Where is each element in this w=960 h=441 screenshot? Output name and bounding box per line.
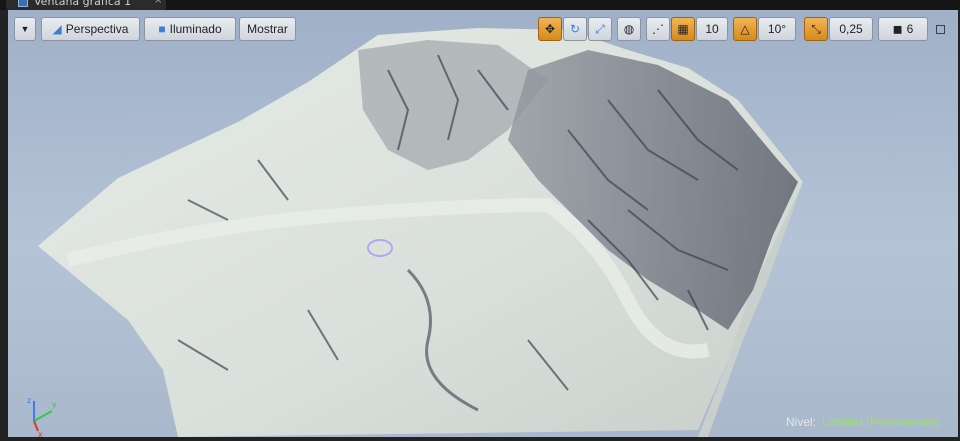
tab-title: Ventana gráfica 1: [34, 0, 132, 8]
rotate-tool-button[interactable]: ↻: [563, 17, 587, 41]
cube-icon: ■: [158, 22, 166, 36]
tab-strip: Ventana gráfica 1 ×: [0, 0, 960, 10]
rotate-icon: ↻: [569, 22, 581, 36]
scale-icon: ⤢: [595, 21, 605, 36]
svg-text:x: x: [38, 430, 43, 437]
viewport-icon: [18, 0, 28, 7]
globe-icon: ◍: [623, 22, 635, 36]
scale-tool-button[interactable]: ⤢: [588, 17, 612, 41]
move-icon: ✥: [544, 22, 556, 36]
level-viewport[interactable]: z y x: [8, 10, 958, 437]
svg-text:y: y: [52, 400, 57, 409]
maximize-viewport-icon[interactable]: [936, 25, 945, 34]
svg-text:z: z: [27, 396, 31, 405]
surface-snap-button[interactable]: ⋰: [646, 17, 670, 41]
frame-bottom: [0, 437, 960, 441]
lit-mode-button[interactable]: ■ Iluminado: [144, 17, 236, 41]
grid-snap-toggle[interactable]: ▦: [671, 17, 695, 41]
frame-left: [0, 10, 8, 441]
level-status: Nivel: Untitled (Permanente): [786, 415, 939, 429]
close-icon[interactable]: ×: [154, 0, 162, 6]
show-button[interactable]: Mostrar: [239, 17, 296, 41]
scale-snap-toggle[interactable]: ⤡: [804, 17, 828, 41]
level-name: Untitled (Permanente): [822, 415, 940, 429]
grid-icon: ▦: [677, 22, 689, 36]
scale-snap-value[interactable]: 0,25: [829, 17, 873, 41]
world-local-button[interactable]: ◍: [617, 17, 641, 41]
camera-icon: ◼: [892, 22, 903, 36]
perspective-icon: ◢: [52, 22, 62, 36]
scale-snap-icon: ⤡: [811, 21, 821, 36]
level-label: Nivel:: [786, 415, 817, 429]
chevron-down-icon: ▼: [20, 24, 30, 34]
rotation-snap-toggle[interactable]: △: [733, 17, 757, 41]
grid-snap-value[interactable]: 10: [696, 17, 728, 41]
viewport-options-button[interactable]: ▼: [14, 17, 36, 41]
rotation-snap-value[interactable]: 10°: [758, 17, 796, 41]
viewport-tab[interactable]: Ventana gráfica 1 ×: [6, 0, 166, 10]
perspective-button[interactable]: ◢ Perspectiva: [41, 17, 140, 41]
camera-speed-button[interactable]: ◼ 6: [878, 17, 928, 41]
axis-gizmo: z y x: [27, 396, 57, 437]
translate-tool-button[interactable]: ✥: [538, 17, 562, 41]
terrain-landscape[interactable]: [8, 10, 958, 437]
angle-icon: △: [740, 22, 750, 36]
surface-snap-icon: ⋰: [652, 22, 664, 36]
